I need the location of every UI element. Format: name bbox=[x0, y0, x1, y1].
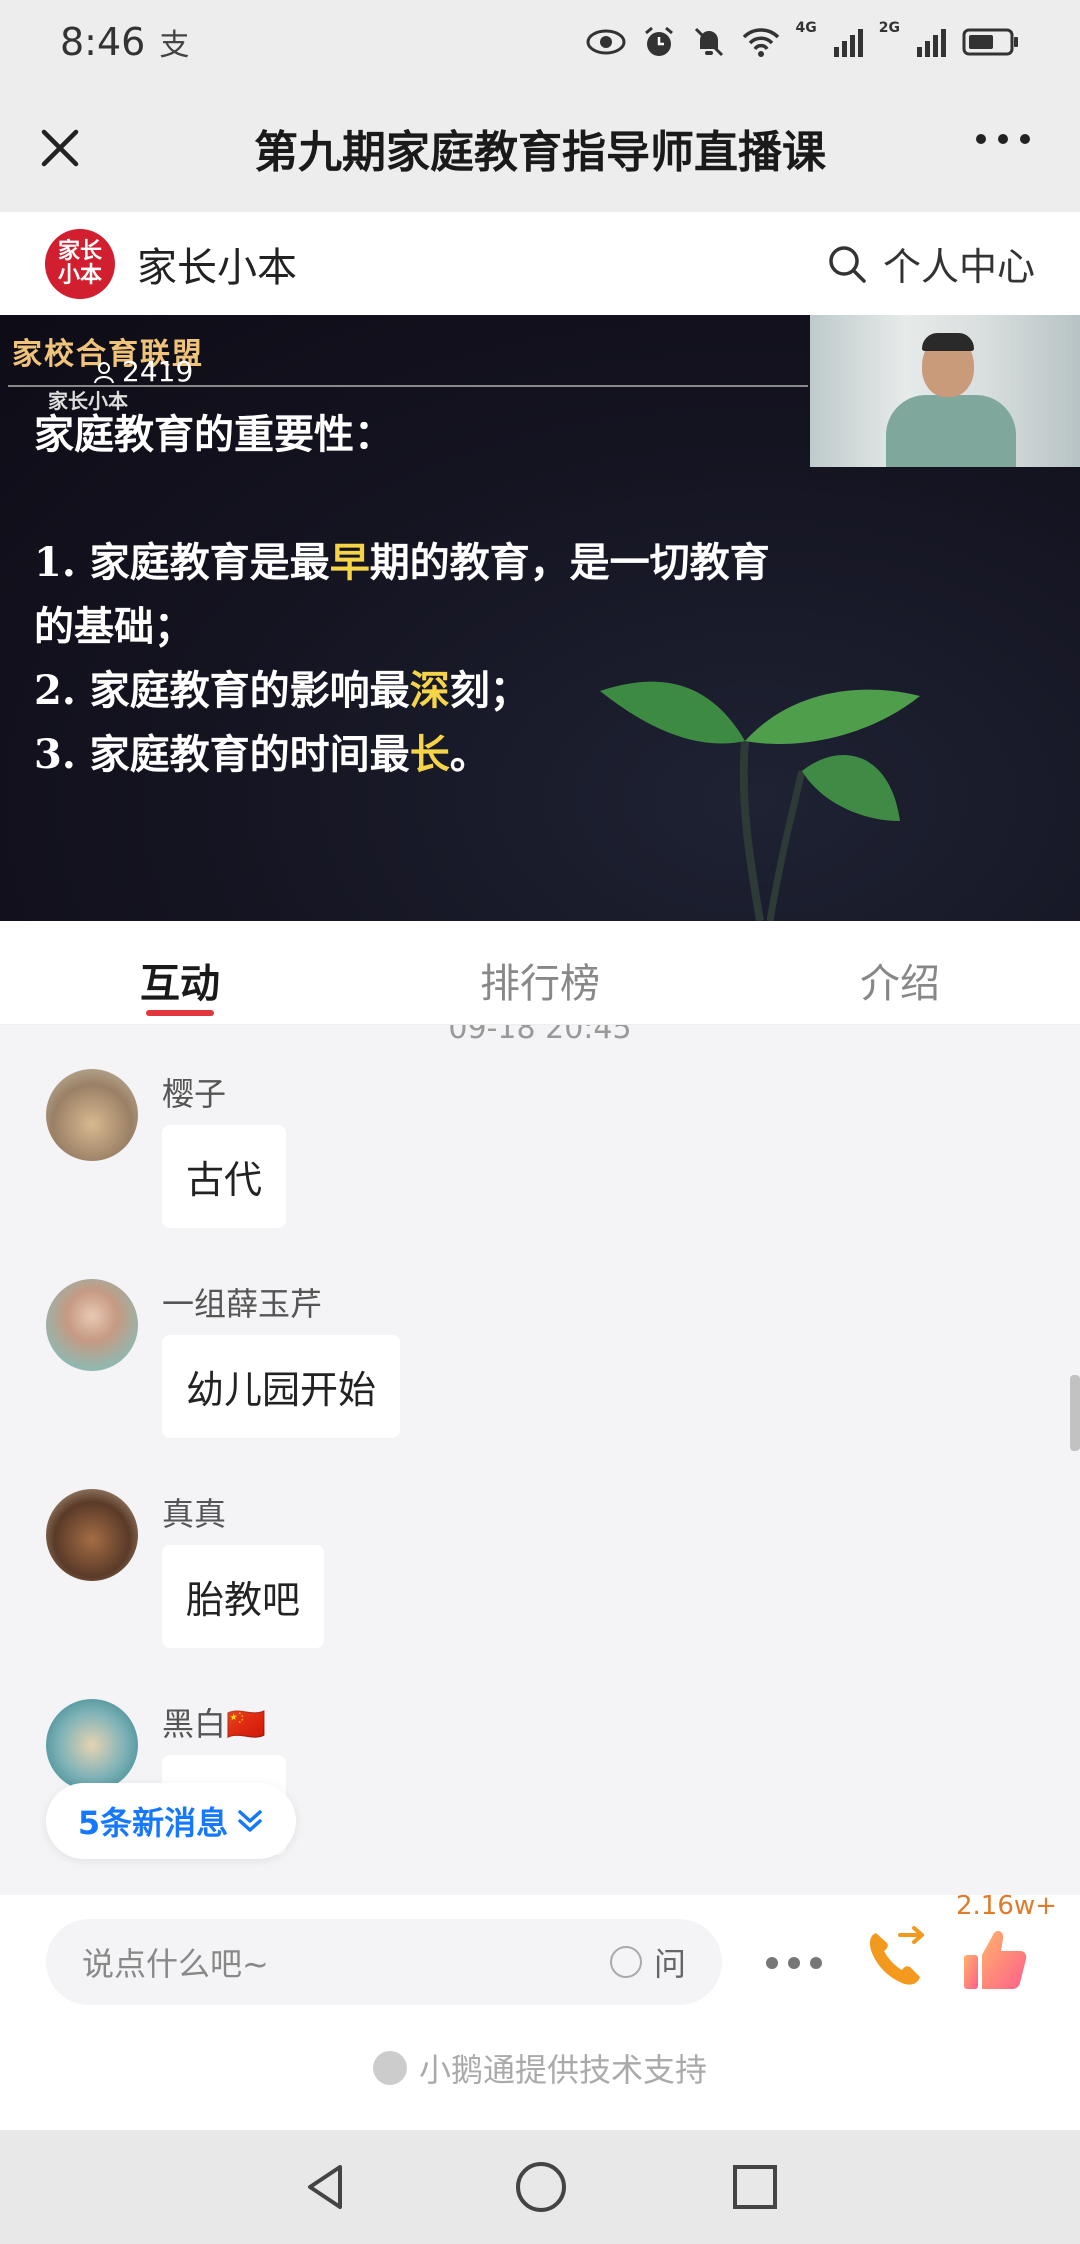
ask-label: 问 bbox=[653, 1945, 686, 1983]
more-actions-icon[interactable] bbox=[766, 1957, 822, 1969]
clock: 8:46 bbox=[60, 20, 146, 64]
radio-icon bbox=[609, 1946, 642, 1978]
message-bubble[interactable]: 幼儿园开始 bbox=[162, 1335, 401, 1438]
viewer-count-value: 2419 bbox=[122, 355, 194, 388]
chat-message: 一组薛玉芹 幼儿园开始 bbox=[46, 1279, 1026, 1479]
wifi-icon bbox=[742, 28, 779, 57]
app-logo[interactable]: 家长 小本 bbox=[45, 228, 115, 299]
title-bar: 第九期家庭教育指导师直播课 bbox=[0, 84, 1080, 212]
powered-by-text: 小鹅通提供技术支持 bbox=[418, 2050, 707, 2089]
more-options-icon[interactable] bbox=[976, 134, 1030, 144]
home-nav-icon[interactable] bbox=[513, 2159, 569, 2215]
signal-icon-2 bbox=[917, 29, 946, 57]
xiaoe-logo-icon bbox=[372, 2050, 407, 2085]
status-bar: 8:46 支 4G 2G bbox=[0, 0, 1080, 84]
user-icon bbox=[94, 361, 114, 383]
viewer-count: 2419 bbox=[92, 355, 193, 388]
tab-interaction[interactable]: 互动 bbox=[0, 921, 360, 1024]
presenter-camera[interactable] bbox=[810, 315, 1080, 467]
alarm-icon bbox=[644, 26, 673, 56]
signal-icon bbox=[833, 29, 863, 57]
bottom-input-bar: 2.16w+ 说点什么吧~ 问 bbox=[0, 1891, 1080, 2005]
avatar[interactable] bbox=[46, 1489, 138, 1581]
comment-placeholder: 说点什么吧~ bbox=[82, 1945, 269, 1983]
like-count: 2.16w+ bbox=[956, 1891, 1057, 1921]
page-title: 第九期家庭教育指导师直播课 bbox=[254, 127, 826, 178]
network-type-1: 4G bbox=[795, 20, 817, 36]
message-bubble[interactable]: 古代 bbox=[162, 1125, 287, 1228]
ask-question-toggle[interactable]: 问 bbox=[609, 1939, 686, 1985]
sender-name: 真真 bbox=[162, 1495, 227, 1533]
status-icons: 4G 2G bbox=[586, 20, 1020, 59]
chat-message: 樱子 古代 bbox=[46, 1069, 1026, 1269]
app-header: 家长 小本 家长小本 个人中心 bbox=[0, 212, 1080, 315]
tab-ranking[interactable]: 排行榜 bbox=[360, 921, 720, 1024]
powered-by-footer: 小鹅通提供技术支持 bbox=[0, 2005, 1080, 2130]
app-name[interactable]: 家长小本 bbox=[137, 235, 297, 293]
thumbs-up-icon[interactable] bbox=[960, 1925, 1030, 1995]
chat-list[interactable]: 09-18 20:45 樱子 古代 一组薛玉芹 幼儿园开始 真真 胎教吧 黑白🇨… bbox=[0, 1025, 1080, 1895]
slide-line-1: 1. 家庭教育是最早期的教育，是一切教育 bbox=[34, 539, 770, 586]
network-type-2: 2G bbox=[878, 20, 900, 36]
mute-bell-icon bbox=[694, 27, 723, 57]
personal-center-link[interactable]: 个人中心 bbox=[883, 236, 1035, 291]
call-icon[interactable] bbox=[862, 1925, 928, 1991]
slide-line-3: 3. 家庭教育的时间最长。 bbox=[34, 731, 490, 778]
search-icon[interactable] bbox=[827, 244, 867, 284]
new-messages-button[interactable]: 5条新消息 bbox=[46, 1783, 296, 1859]
tab-bar: 互动 排行榜 介绍 bbox=[0, 921, 1080, 1025]
live-video-player[interactable]: 家校合育联盟 家长小本 2419 家庭教育的重要性： 1. 家庭教育是最早期的教… bbox=[0, 315, 1080, 921]
slide-line-1b: 的基础； bbox=[34, 603, 194, 650]
system-nav-bar bbox=[0, 2130, 1080, 2244]
recents-nav-icon[interactable] bbox=[730, 2162, 780, 2212]
message-bubble[interactable]: 胎教吧 bbox=[162, 1545, 325, 1648]
avatar[interactable] bbox=[46, 1279, 138, 1371]
slide-line-2: 2. 家庭教育的影响最深刻； bbox=[34, 667, 530, 714]
sender-name: 一组薛玉芹 bbox=[162, 1285, 323, 1323]
comment-input[interactable]: 说点什么吧~ 问 bbox=[46, 1919, 722, 2005]
sender-name: 樱子 bbox=[162, 1075, 227, 1113]
avatar[interactable] bbox=[46, 1699, 138, 1791]
logo-text-bottom: 小本 bbox=[57, 262, 102, 288]
chat-scrollbar[interactable] bbox=[1070, 1375, 1080, 1451]
sender-name: 黑白🇨🇳 bbox=[162, 1705, 266, 1743]
logo-text-top: 家长 bbox=[57, 238, 102, 264]
chat-message: 真真 胎教吧 bbox=[46, 1489, 1026, 1689]
battery-icon bbox=[962, 28, 1018, 56]
tab-introduction[interactable]: 介绍 bbox=[720, 921, 1080, 1024]
back-nav-icon[interactable] bbox=[300, 2161, 352, 2213]
alipay-icon: 支 bbox=[159, 28, 190, 63]
avatar[interactable] bbox=[46, 1069, 138, 1161]
new-messages-label: 5条新消息 bbox=[77, 1804, 229, 1842]
chat-timestamp: 09-18 20:45 bbox=[448, 1025, 632, 1046]
double-chevron-down-icon bbox=[238, 1810, 262, 1832]
eye-icon bbox=[586, 29, 626, 55]
close-icon[interactable] bbox=[30, 118, 90, 178]
